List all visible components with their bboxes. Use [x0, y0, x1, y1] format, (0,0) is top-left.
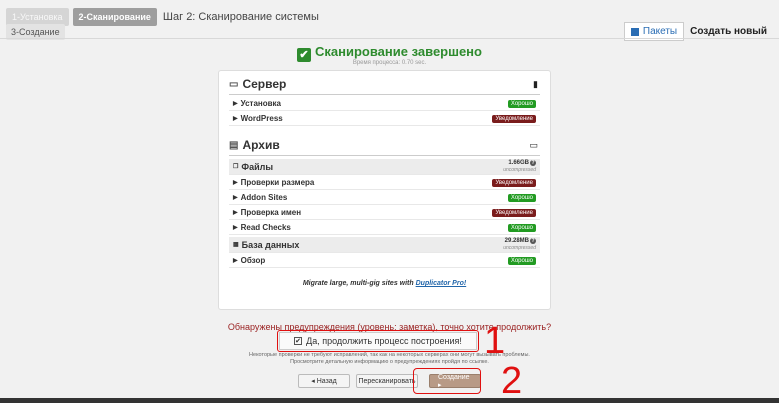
files-icon: ❐ — [233, 164, 239, 170]
files-size: 1.66GB? uncompressed — [503, 160, 536, 174]
bottom-bar — [0, 398, 779, 403]
annotation-number-1: 1 — [484, 320, 506, 362]
expand-arrow-icon: ▶ — [233, 210, 238, 216]
expand-arrow-icon: ▶ — [233, 180, 238, 186]
row-label: Read Checks — [240, 223, 291, 232]
archive-title: Архив — [242, 138, 280, 152]
server-icon: ▭ — [229, 78, 239, 90]
status-badge: Хорошо — [507, 99, 536, 108]
scan-results-card: ▭ Сервер ▮ ▶ Установка Хорошо ▶ WordPres… — [218, 70, 551, 310]
promo-text: Migrate large, multi-gig sites with Dupl… — [219, 280, 550, 287]
server-row-install[interactable]: ▶ Установка Хорошо — [229, 97, 540, 111]
expand-arrow-icon: ▶ — [233, 101, 238, 107]
files-subheader: ❐ Файлы 1.66GB? uncompressed — [229, 159, 540, 175]
status-badge: Уведомление — [492, 178, 536, 187]
database-size-value: 29.28MB — [504, 238, 529, 244]
header-divider — [0, 38, 779, 39]
packages-label: Пакеты — [642, 26, 678, 37]
row-label: Addon Sites — [240, 193, 288, 202]
duplicator-pro-link[interactable]: Duplicator Pro! — [416, 280, 467, 287]
archive-icon: ▤ — [229, 139, 239, 151]
files-row-read-checks[interactable]: ▶ Read Checks Хорошо — [229, 221, 540, 235]
help-icon[interactable]: ? — [530, 160, 536, 166]
server-toggle-icon[interactable]: ▮ — [533, 79, 538, 90]
database-size-note: uncompressed — [503, 245, 536, 251]
expand-arrow-icon: ▶ — [233, 195, 238, 201]
row-label: Установка — [240, 99, 282, 108]
expand-arrow-icon: ▶ — [233, 225, 238, 231]
files-row-name-checks[interactable]: ▶ Проверка имен Уведомление — [229, 206, 540, 220]
rescan-button[interactable]: Пересканировать — [356, 374, 418, 388]
server-title: Сервер — [242, 77, 287, 91]
database-icon: ▦ — [233, 242, 239, 248]
database-subheader: ▦ База данных 29.28MB? uncompressed — [229, 237, 540, 253]
files-size-value: 1.66GB — [508, 160, 529, 166]
scan-title-text: Сканирование завершено — [315, 44, 482, 59]
warning-note-1: Некоторые проверки не требуют исправлени… — [249, 352, 530, 358]
files-label: Файлы — [241, 161, 274, 172]
expand-arrow-icon: ▶ — [233, 258, 238, 264]
status-badge: Уведомление — [492, 208, 536, 217]
archive-toggle-icon[interactable]: ▭ — [529, 140, 538, 151]
back-button[interactable]: ◂ Назад — [298, 374, 350, 388]
status-badge: Хорошо — [507, 223, 536, 232]
row-label: WordPress — [240, 114, 283, 123]
database-row-overview[interactable]: ▶ Обзор Хорошо — [229, 254, 540, 268]
database-size: 29.28MB? uncompressed — [503, 238, 536, 252]
warning-note-2: Просмотрите детальную информацию о преду… — [290, 359, 489, 365]
package-icon — [630, 27, 639, 36]
page-title: Шаг 2: Сканирование системы — [162, 11, 319, 23]
promo-label: Migrate large, multi-gig sites with — [302, 280, 414, 287]
archive-rule — [229, 155, 540, 156]
server-heading: ▭ Сервер — [229, 77, 286, 91]
server-row-wordpress[interactable]: ▶ WordPress Уведомление — [229, 112, 540, 126]
row-label: Проверки размера — [240, 178, 315, 187]
status-badge: Уведомление — [492, 114, 536, 123]
server-rule — [229, 94, 540, 95]
annotation-box-2 — [413, 368, 481, 394]
step-scan: 2-Сканирование — [72, 8, 157, 26]
help-icon[interactable]: ? — [530, 238, 536, 244]
row-label: Проверка имен — [240, 208, 302, 217]
annotation-number-2: 2 — [501, 360, 523, 402]
action-buttons: ◂ Назад Пересканировать Создание ▸ — [0, 374, 779, 389]
expand-arrow-icon: ▶ — [233, 116, 238, 122]
files-row-addon-sites[interactable]: ▶ Addon Sites Хорошо — [229, 191, 540, 205]
status-badge: Хорошо — [507, 256, 536, 265]
files-row-size-checks[interactable]: ▶ Проверки размера Уведомление — [229, 176, 540, 190]
status-badge: Хорошо — [507, 193, 536, 202]
files-size-note: uncompressed — [503, 167, 536, 173]
annotation-box-1 — [277, 330, 479, 352]
scan-time: Время процесса: 0.70 sec. — [352, 60, 427, 66]
database-label: База данных — [241, 239, 300, 250]
create-new-link[interactable]: Создать новый — [690, 26, 767, 37]
row-label: Обзор — [240, 256, 266, 265]
archive-heading: ▤ Архив — [229, 138, 280, 152]
